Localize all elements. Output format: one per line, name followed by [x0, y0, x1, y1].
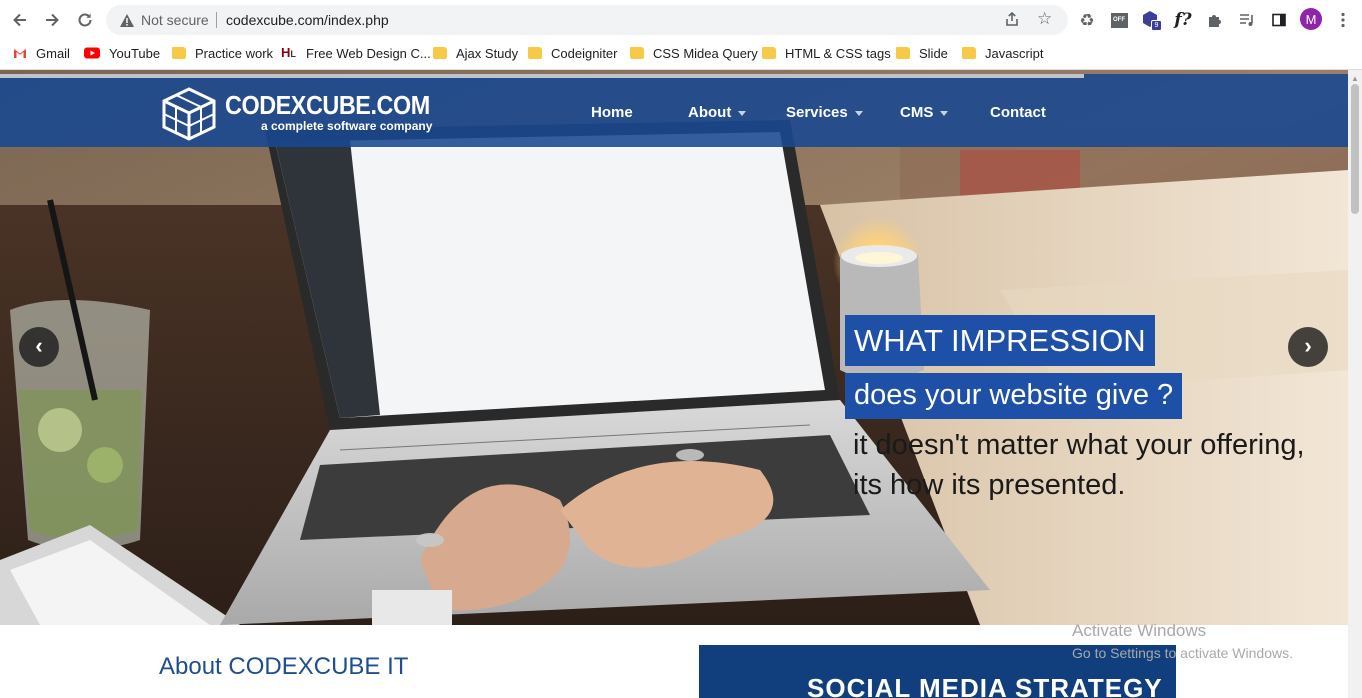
folder-icon — [528, 47, 542, 59]
folder-icon — [172, 47, 186, 59]
off-extension-icon[interactable]: OFF — [1107, 8, 1131, 32]
bookmark-label: Ajax Study — [456, 45, 519, 61]
folder-icon — [962, 47, 976, 59]
bookmark-ajax-study[interactable]: Ajax Study — [433, 43, 518, 63]
chevron-down-icon — [854, 110, 863, 116]
back-arrow-icon[interactable] — [8, 8, 32, 32]
bookmark-css-media-query[interactable]: CSS Midea Query — [630, 43, 758, 63]
site-brand[interactable]: CODEXCUBE.COM — [225, 90, 430, 121]
bookmark-html-css-tags[interactable]: HTML & CSS tags — [762, 43, 891, 63]
folder-icon — [630, 47, 644, 59]
site-icon: HL — [281, 45, 296, 60]
share-icon[interactable] — [1004, 11, 1020, 31]
font-extension-icon[interactable]: f? — [1171, 8, 1195, 32]
folder-icon — [762, 47, 776, 59]
chevron-right-icon: › — [1304, 332, 1312, 358]
slider-next-button[interactable]: › — [1288, 327, 1328, 367]
nav-contact-label: Contact — [990, 104, 1046, 121]
security-status[interactable]: Not secure — [141, 12, 209, 28]
warning-icon[interactable] — [118, 11, 136, 29]
bookmark-slide[interactable]: Slide — [896, 43, 948, 63]
browser-chrome: Not secure codexcube.com/index.php ☆ ♻ O… — [0, 0, 1362, 70]
bookmark-javascript[interactable]: Javascript — [962, 43, 1044, 63]
bookmark-label: CSS Midea Query — [653, 45, 758, 61]
site-tagline: a complete software company — [261, 119, 433, 133]
bookmark-label: Slide — [919, 45, 948, 61]
activate-windows-subtitle: Go to Settings to activate Windows. — [1072, 645, 1293, 661]
navbar-top-strip — [0, 74, 1084, 78]
youtube-icon — [84, 47, 100, 59]
scrollbar-thumb[interactable] — [1351, 84, 1359, 214]
gmail-icon — [13, 47, 27, 59]
bookmark-label: Codeigniter — [551, 45, 618, 61]
social-media-banner-text: SOCIAL MEDIA STRATEGY — [807, 673, 1163, 698]
nav-home-label: Home — [591, 104, 633, 121]
nav-services[interactable]: Services — [786, 104, 863, 121]
bookmark-codeigniter[interactable]: Codeigniter — [528, 43, 618, 63]
chevron-down-icon — [738, 110, 747, 116]
side-panel-icon[interactable] — [1267, 8, 1291, 32]
nav-home[interactable]: Home — [591, 104, 633, 121]
extension-badge: 9 — [1151, 20, 1162, 31]
nav-about[interactable]: About — [688, 104, 747, 121]
folder-icon — [433, 47, 447, 59]
bookmark-youtube[interactable]: YouTube — [84, 43, 160, 63]
bookmark-free-web-design[interactable]: HL Free Web Design C... — [281, 43, 431, 63]
bookmark-label: Free Web Design C... — [306, 45, 431, 61]
nav-services-label: Services — [786, 104, 848, 121]
scroll-up-arrow-icon[interactable]: ▲ — [1351, 74, 1359, 83]
bookmark-label: HTML & CSS tags — [785, 45, 891, 61]
url-text[interactable]: codexcube.com/index.php — [226, 12, 389, 28]
hero-headline-2: does your website give ? — [845, 373, 1183, 419]
hero-caption-2: its how its presented. — [853, 469, 1126, 501]
bookmark-star-icon[interactable]: ☆ — [1037, 9, 1052, 29]
off-extension-label: OFF — [1110, 12, 1128, 28]
hero-slider: CODEXCUBE.COM a complete software compan… — [0, 70, 1348, 625]
cube-extension-icon[interactable]: 9 — [1139, 8, 1163, 32]
media-control-icon[interactable] — [1235, 8, 1259, 32]
nav-cms[interactable]: CMS — [900, 104, 949, 121]
activate-windows-title: Activate Windows — [1072, 621, 1207, 640]
nav-contact[interactable]: Contact — [990, 104, 1046, 121]
slider-prev-button[interactable]: ‹ — [19, 327, 59, 367]
chevron-down-icon — [940, 110, 949, 116]
site-navbar: CODEXCUBE.COM a complete software compan… — [0, 74, 1348, 147]
recycle-extension-icon[interactable]: ♻ — [1075, 8, 1099, 32]
about-heading: About CODEXCUBE IT — [159, 653, 409, 680]
codexcube-logo[interactable] — [160, 87, 218, 141]
profile-avatar[interactable]: M — [1300, 8, 1322, 30]
forward-arrow-icon[interactable] — [40, 8, 64, 32]
folder-icon — [896, 47, 910, 59]
bookmark-label: Gmail — [36, 45, 70, 61]
address-divider — [216, 12, 217, 28]
bookmarks-bar: Gmail YouTube Practice work HL Free Web … — [0, 40, 1362, 64]
bookmark-practice-work[interactable]: Practice work — [172, 43, 273, 63]
address-bar[interactable]: Not secure codexcube.com/index.php ☆ — [106, 5, 1068, 35]
puzzle-extensions-icon[interactable] — [1203, 8, 1227, 32]
browser-toolbar: Not secure codexcube.com/index.php ☆ ♻ O… — [0, 0, 1362, 40]
menu-kebab-icon[interactable] — [1331, 8, 1355, 32]
hero-caption-1: it doesn't matter what your offering, — [853, 429, 1305, 461]
bookmark-label: YouTube — [109, 45, 161, 61]
hero-headline-1: WHAT IMPRESSION — [845, 315, 1155, 366]
bookmark-gmail[interactable]: Gmail — [13, 43, 70, 63]
bookmark-label: Javascript — [985, 45, 1044, 61]
reload-icon[interactable] — [73, 8, 97, 32]
nav-cms-label: CMS — [900, 104, 934, 121]
web-page: CODEXCUBE.COM a complete software compan… — [0, 70, 1348, 698]
bookmark-label: Practice work — [195, 45, 274, 61]
nav-about-label: About — [688, 104, 732, 121]
chevron-left-icon: ‹ — [35, 332, 43, 358]
